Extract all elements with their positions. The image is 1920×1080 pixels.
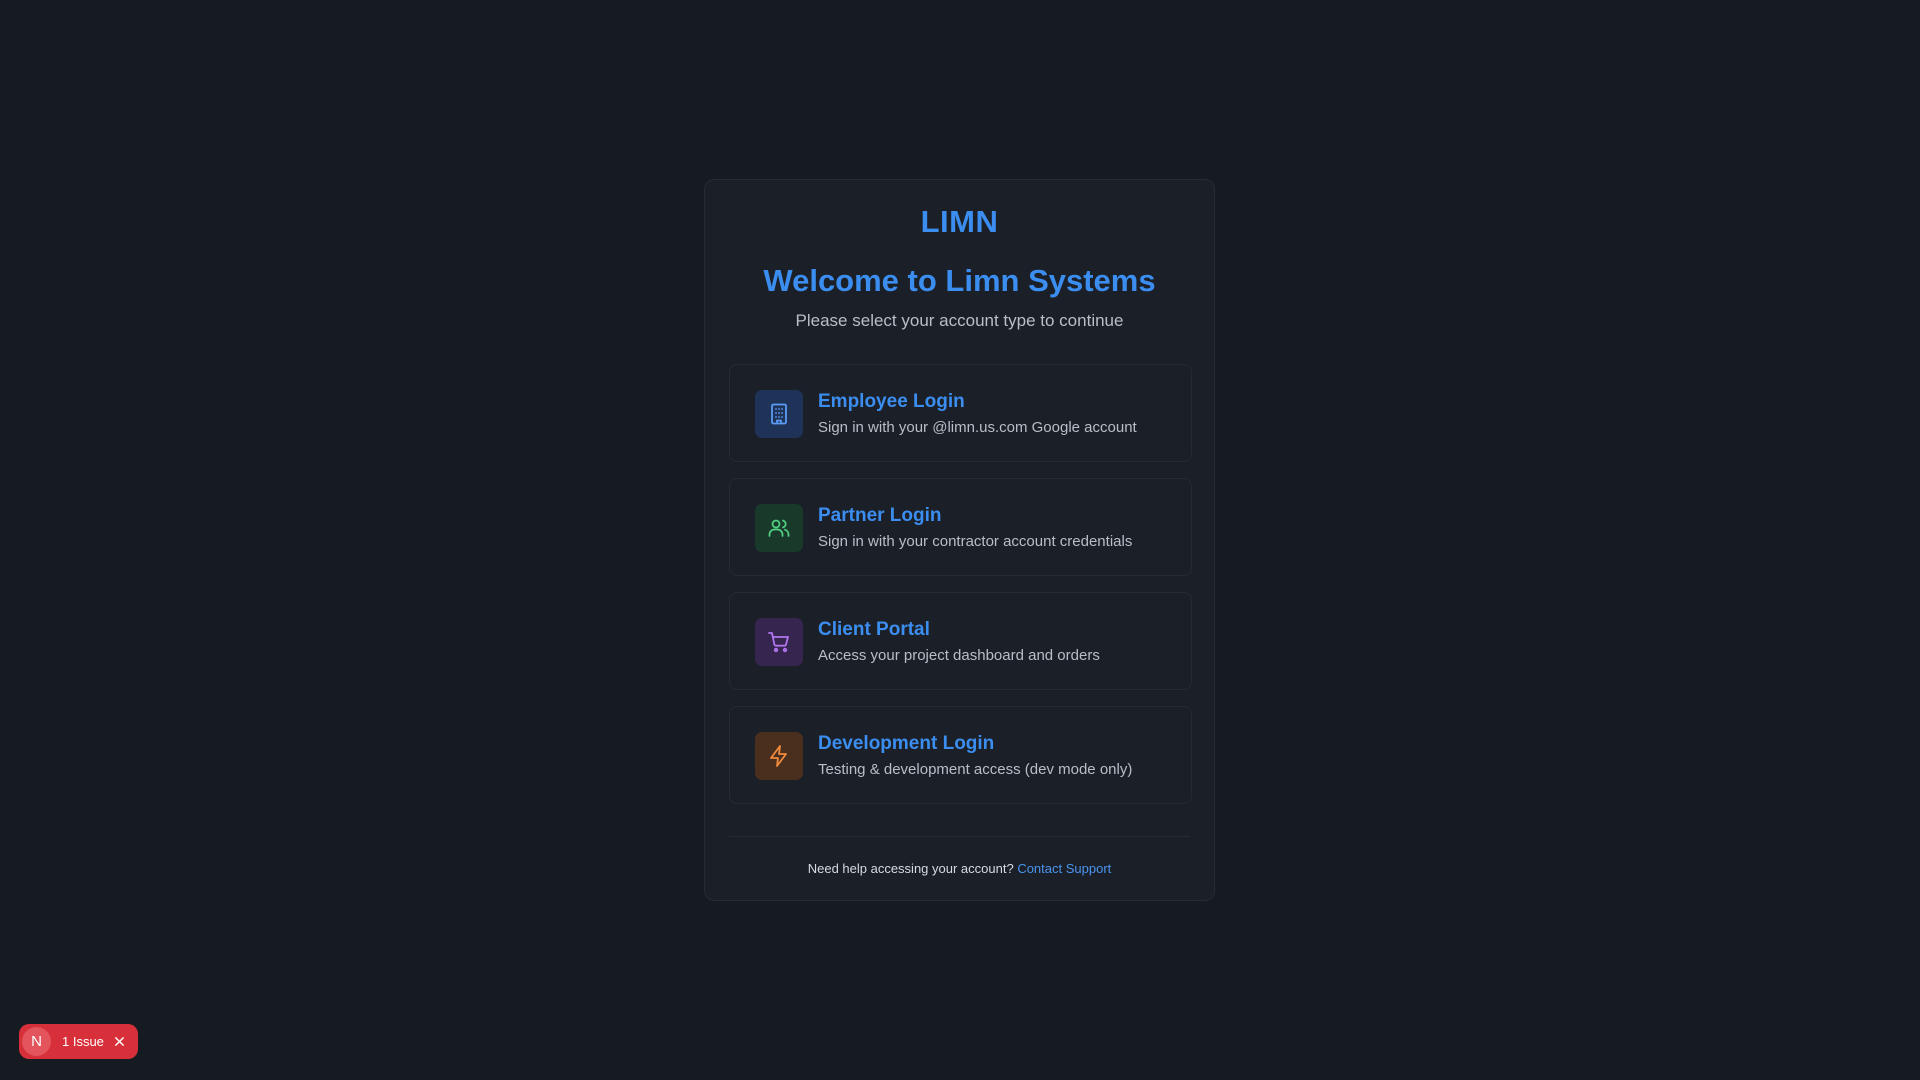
option-description: Sign in with your contractor account cre… — [818, 533, 1133, 550]
employee-login-option[interactable]: Employee Login Sign in with your @limn.u… — [729, 364, 1192, 462]
brand-logo: LIMN — [920, 204, 999, 239]
lightning-bolt-icon — [755, 732, 803, 780]
nextjs-logo-icon: N — [22, 1027, 51, 1056]
help-footer: Need help accessing your account? Contac… — [705, 861, 1214, 876]
contact-support-link[interactable]: Contact Support — [1017, 861, 1111, 876]
issue-count: 1 Issue — [62, 1034, 104, 1049]
option-title: Development Login — [818, 733, 995, 754]
shopping-cart-icon — [755, 618, 803, 666]
option-description: Sign in with your @limn.us.com Google ac… — [818, 419, 1137, 436]
page-title: Welcome to Limn Systems — [763, 263, 1156, 298]
partner-login-option[interactable]: Partner Login Sign in with your contract… — [729, 478, 1192, 576]
close-icon[interactable] — [114, 1036, 125, 1047]
client-portal-option[interactable]: Client Portal Access your project dashbo… — [729, 592, 1192, 690]
option-title: Client Portal — [818, 619, 930, 640]
issues-badge[interactable]: N 1 Issue — [19, 1024, 138, 1059]
login-card: LIMN Welcome to Limn Systems Please sele… — [704, 179, 1215, 901]
users-icon — [755, 504, 803, 552]
building-icon — [755, 390, 803, 438]
footer-divider — [729, 836, 1190, 837]
page-subtitle: Please select your account type to conti… — [795, 311, 1124, 330]
development-login-option[interactable]: Development Login Testing & development … — [729, 706, 1192, 804]
option-description: Testing & development access (dev mode o… — [818, 761, 1133, 778]
option-title: Employee Login — [818, 391, 965, 412]
option-title: Partner Login — [818, 505, 942, 526]
help-text: Need help accessing your account? — [807, 861, 1014, 876]
option-description: Access your project dashboard and orders — [818, 647, 1100, 664]
